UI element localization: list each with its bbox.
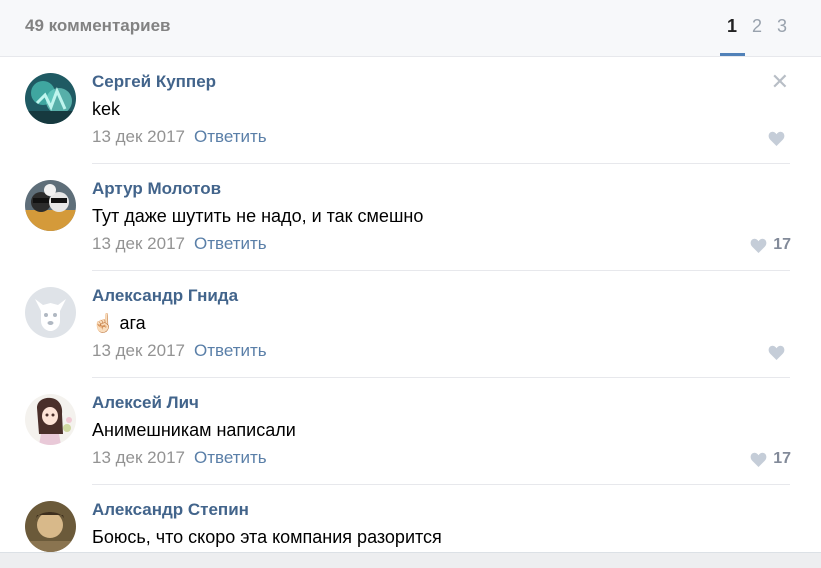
- comment-text: Тут даже шутить не надо, и так смешно: [92, 206, 424, 226]
- comment-text: ☝🏻 ага: [92, 313, 146, 334]
- like-button[interactable]: [768, 342, 791, 362]
- page-2-link[interactable]: 2: [744, 16, 770, 37]
- comment-text: Анимешникам написали: [92, 420, 296, 440]
- comment-author[interactable]: Алексей Лич: [92, 393, 199, 413]
- comment-text: Боюсь, что скоро эта компания разорится: [92, 527, 442, 547]
- avatar[interactable]: [25, 394, 76, 445]
- comments-header: 49 комментариев 1 2 3: [0, 0, 821, 57]
- comment-author[interactable]: Александр Гнида: [92, 286, 238, 306]
- comment-item: Сергей Куппер ✕ kek 13 дек 2017 Ответить: [0, 57, 821, 164]
- like-button[interactable]: 17: [750, 235, 791, 255]
- avatar[interactable]: [25, 501, 76, 552]
- page-footer-edge: [0, 552, 821, 568]
- reply-button[interactable]: Ответить: [194, 448, 267, 467]
- comments-count: 49 комментариев: [25, 16, 171, 35]
- comment-author[interactable]: Артур Молотов: [92, 179, 221, 199]
- comment-item: Алексей Лич Анимешникам написали 13 дек …: [0, 378, 821, 485]
- comment-author[interactable]: Александр Степин: [92, 500, 249, 520]
- like-button[interactable]: 17: [750, 449, 791, 469]
- heart-icon: [750, 452, 767, 467]
- heart-icon: [750, 238, 767, 253]
- like-button[interactable]: [768, 128, 791, 148]
- heart-icon: [768, 345, 785, 360]
- pointing-up-emoji: ☝🏻: [92, 313, 115, 333]
- reply-button[interactable]: Ответить: [194, 234, 267, 253]
- like-count: 17: [773, 236, 791, 253]
- heart-icon: [768, 131, 785, 146]
- comment-item: Артур Молотов Тут даже шутить не надо, и…: [0, 164, 821, 271]
- avatar[interactable]: [25, 180, 76, 231]
- comment-date[interactable]: 13 дек 2017: [92, 234, 185, 253]
- comment-author[interactable]: Сергей Куппер: [92, 72, 216, 92]
- avatar[interactable]: [25, 73, 76, 124]
- reply-button[interactable]: Ответить: [194, 341, 267, 360]
- like-count: 17: [773, 450, 791, 467]
- comment-date[interactable]: 13 дек 2017: [92, 127, 185, 146]
- page-3-link[interactable]: 3: [769, 16, 795, 37]
- comment-text-body: ага: [119, 313, 146, 333]
- avatar[interactable]: [25, 287, 76, 338]
- active-page-indicator: [720, 53, 745, 56]
- comment-text: kek: [92, 99, 121, 119]
- comment-date[interactable]: 13 дек 2017: [92, 341, 185, 360]
- comment-date[interactable]: 13 дек 2017: [92, 448, 185, 467]
- close-icon[interactable]: ✕: [771, 71, 789, 93]
- page-1-link[interactable]: 1: [719, 16, 745, 37]
- comment-item: Александр Степин Боюсь, что скоро эта ко…: [0, 485, 821, 552]
- reply-button[interactable]: Ответить: [194, 127, 267, 146]
- comment-item: Александр Гнида ☝🏻 ага 13 дек 2017 Ответи…: [0, 271, 821, 378]
